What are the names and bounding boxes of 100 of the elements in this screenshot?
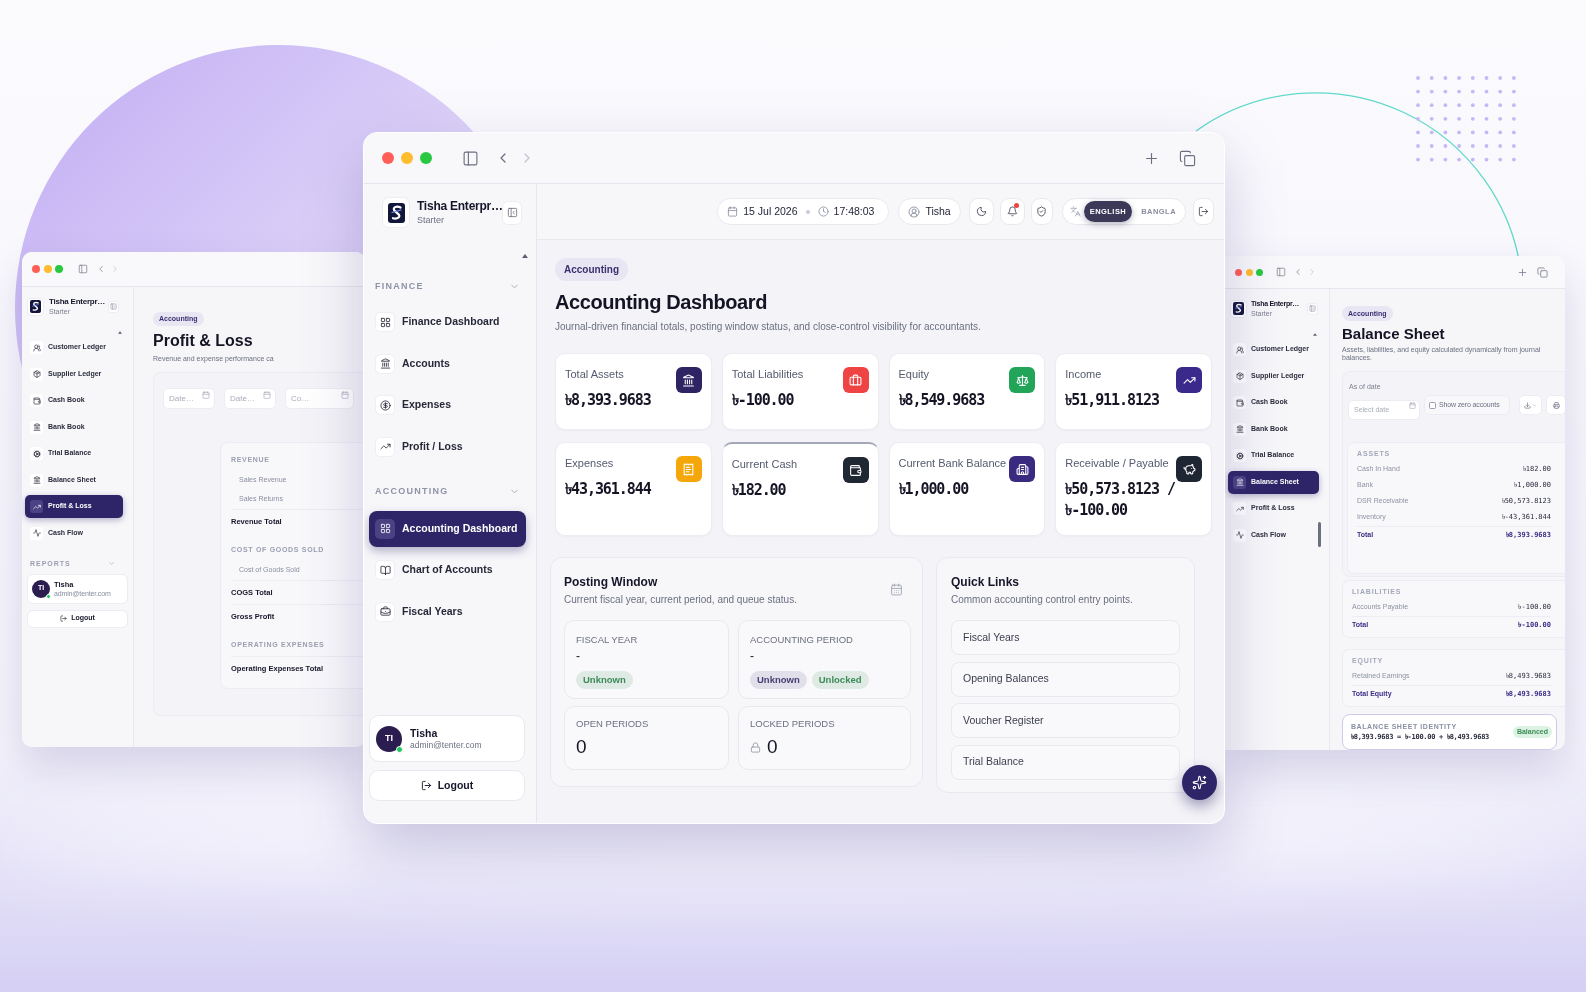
download-button[interactable] — [1519, 395, 1542, 415]
dollar-coin-icon — [375, 395, 395, 415]
nav-item[interactable]: Fiscal Years — [369, 593, 526, 630]
briefcase-icon — [375, 601, 395, 622]
collapse-sidebar-button[interactable] — [1307, 302, 1318, 315]
checkbox[interactable] — [1429, 401, 1436, 409]
page-subtitle: Journal-driven financial totals, posting window status, and close-control visibility for accountants. — [555, 320, 981, 333]
stat-label: Current Bank Balance — [898, 456, 1007, 470]
panel-title: Posting Window — [564, 575, 659, 590]
forward-icon[interactable] — [1307, 267, 1317, 277]
filter-field[interactable]: Date… — [224, 388, 276, 409]
quick-link[interactable]: Opening Balances — [951, 661, 1180, 697]
status-tag: Unlocked — [811, 671, 869, 689]
brand-name: Tisha Enterpr… — [417, 199, 502, 214]
caret-up-icon[interactable] — [118, 331, 122, 334]
gear-icon — [30, 447, 43, 460]
quick-link[interactable]: Voucher Register — [951, 703, 1180, 738]
back-icon[interactable] — [1293, 267, 1303, 277]
tile-value: 0 — [576, 736, 587, 758]
security-button[interactable] — [1030, 198, 1053, 225]
stat-value: ৳8,393.9683 — [565, 390, 652, 411]
tile-value: 0 — [767, 736, 778, 758]
logo-icon — [1230, 299, 1247, 318]
stat-value: ৳1,000.00 — [898, 479, 970, 500]
sidebar-toggle-icon[interactable] — [462, 149, 479, 167]
print-button[interactable] — [1546, 395, 1565, 415]
panel-title: Quick Links — [951, 575, 1021, 590]
minimize-button[interactable] — [1245, 268, 1253, 276]
logout-icon — [60, 615, 68, 622]
tabs-icon[interactable] — [1537, 266, 1548, 278]
assistant-button[interactable] — [1182, 765, 1217, 800]
users-icon — [1233, 343, 1246, 356]
chevron-down-icon[interactable] — [108, 559, 115, 567]
package-icon — [1233, 369, 1246, 383]
trend-up-icon — [1233, 502, 1246, 515]
caret-icon — [1532, 402, 1537, 408]
trend-up-icon — [375, 436, 395, 457]
zoom-button[interactable] — [1256, 268, 1263, 276]
book-icon — [375, 560, 395, 580]
close-button[interactable] — [1235, 268, 1242, 276]
theme-toggle-button[interactable] — [968, 198, 994, 225]
tile-label: ACCOUNTING PERIOD — [750, 634, 854, 646]
calendar-icon — [341, 390, 349, 399]
minimize-button[interactable] — [43, 265, 52, 273]
bell-icon — [1006, 206, 1018, 217]
calendar-icon[interactable] — [890, 583, 903, 596]
section-badge: Accounting — [555, 258, 628, 281]
user-menu-button[interactable]: Tisha — [898, 198, 961, 225]
panel-icon — [110, 303, 117, 310]
zoom-button[interactable] — [55, 265, 63, 273]
quick-link[interactable]: Fiscal Years — [951, 620, 1180, 655]
sidebar-toggle-icon[interactable] — [78, 264, 88, 274]
stat-value: ৳50,573.8123 / ৳-100.00 — [1065, 479, 1176, 521]
logout-button[interactable]: Logout — [369, 770, 525, 801]
scrollbar-thumb[interactable] — [1318, 522, 1321, 547]
quick-link[interactable]: Trial Balance — [951, 744, 1180, 780]
sidebar-toggle-icon[interactable] — [1276, 267, 1286, 277]
tile-label: OPEN PERIODS — [576, 718, 650, 730]
tabs-icon[interactable] — [1179, 149, 1196, 167]
plan-label: Starter — [417, 214, 445, 226]
brand-name: Tisha Enterpr… — [49, 297, 106, 307]
nav-item[interactable]: Finance Dashboard — [369, 304, 526, 340]
wallet-icon — [30, 394, 43, 407]
nav-item[interactable]: Accounting Dashboard — [369, 510, 526, 547]
trend-up-icon — [30, 500, 43, 513]
download-icon — [1524, 401, 1531, 409]
calendar-icon — [1409, 401, 1416, 409]
zoom-button[interactable] — [420, 152, 432, 164]
back-icon[interactable] — [96, 264, 106, 274]
page-title: Profit & Loss — [153, 331, 253, 350]
collapse-sidebar-button[interactable] — [502, 200, 522, 225]
nav-item[interactable]: Profit / Loss — [369, 428, 526, 465]
stat-value: ৳51,911.8123 — [1065, 390, 1160, 411]
grid-icon — [375, 312, 395, 332]
nav-item[interactable]: Expenses — [369, 387, 526, 423]
tile-label: LOCKED PERIODS — [750, 718, 836, 730]
nav-item[interactable]: Chart of Accounts — [369, 552, 526, 588]
logout-icon — [420, 780, 432, 791]
bank-icon — [30, 473, 43, 487]
notifications-button[interactable] — [999, 198, 1025, 225]
nav-item[interactable]: Accounts — [369, 345, 526, 382]
collapse-sidebar-button[interactable] — [108, 300, 119, 313]
stat-value: ৳-100.00 — [731, 390, 795, 411]
status-tag: Unknown — [576, 671, 633, 689]
moon-icon — [975, 206, 987, 217]
caret-up-icon[interactable] — [1313, 333, 1317, 336]
new-tab-icon[interactable] — [1517, 266, 1528, 278]
calendar-icon — [263, 390, 271, 399]
stat-label: Expenses — [565, 456, 614, 470]
minimize-button[interactable] — [401, 152, 413, 164]
close-button[interactable] — [382, 152, 394, 164]
forward-icon[interactable] — [110, 264, 120, 274]
bank-icon — [1233, 422, 1246, 436]
logout-button[interactable] — [1193, 198, 1214, 225]
panel-icon — [1309, 305, 1316, 312]
close-button[interactable] — [32, 265, 40, 273]
filter-field[interactable]: Co… — [285, 388, 354, 409]
caret-up-icon[interactable] — [522, 254, 528, 258]
filter-field[interactable]: Date… — [163, 388, 215, 409]
tile-label: FISCAL YEAR — [576, 634, 639, 646]
